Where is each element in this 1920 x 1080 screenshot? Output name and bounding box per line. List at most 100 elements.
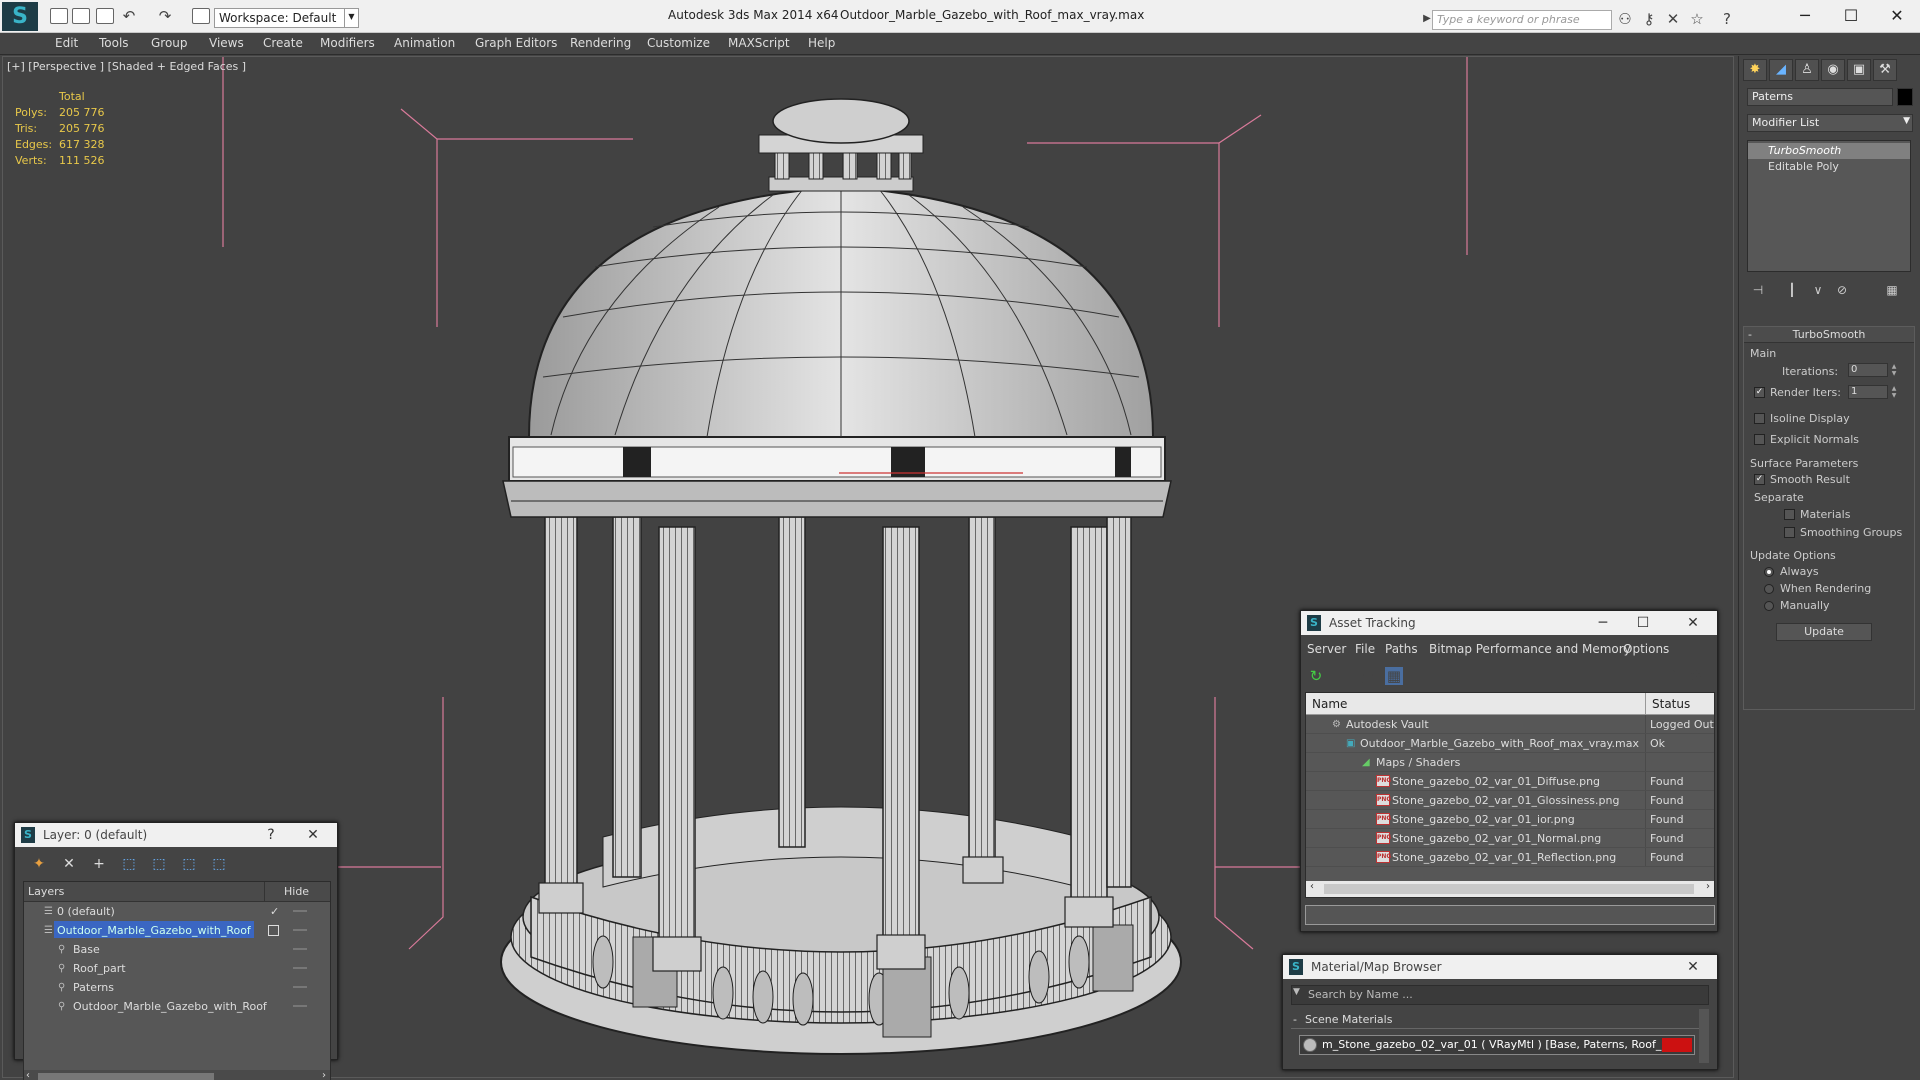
asset-row[interactable]: PNG Stone_gazebo_02_var_01_Glossiness.png…: [1306, 791, 1714, 810]
project-folder-icon[interactable]: [192, 8, 210, 24]
menu-graph-editors[interactable]: Graph Editors: [475, 36, 557, 50]
communication-icon[interactable]: ✕: [1664, 10, 1682, 28]
display-tab-icon[interactable]: ▣: [1847, 59, 1871, 81]
asset-row[interactable]: PNG Stone_gazebo_02_var_01_Normal.png Foun…: [1306, 829, 1714, 848]
settings-icon[interactable]: ⚙: [1687, 667, 1705, 685]
spinner-arrows-icon[interactable]: ▲ ▼: [1890, 363, 1898, 377]
explicit-normals-checkbox[interactable]: [1754, 434, 1765, 445]
hide-toggle[interactable]: [293, 910, 307, 912]
modifier-list-dropdown[interactable]: Modifier List ▼: [1747, 114, 1913, 132]
stack-item-editable-poly[interactable]: Editable Poly: [1748, 159, 1910, 175]
isoline-checkbox[interactable]: [1754, 413, 1765, 424]
viewport-label[interactable]: [+] [Perspective ] [Shaded + Edged Faces…: [7, 60, 246, 73]
menu-modifiers[interactable]: Modifiers: [320, 36, 375, 50]
hide-toggle[interactable]: [293, 967, 307, 969]
list-view-icon[interactable]: ☰: [1333, 667, 1351, 685]
when-rendering-radio[interactable]: [1764, 584, 1774, 594]
layer-row[interactable]: ⚲ Paterns: [24, 978, 330, 997]
menu-maxscript[interactable]: MAXScript: [728, 36, 790, 50]
object-color-swatch[interactable]: [1897, 88, 1913, 106]
binoculars-icon[interactable]: ⚇: [1616, 10, 1634, 28]
asset-row[interactable]: ▣ Outdoor_Marble_Gazebo_with_Roof_max_vra…: [1306, 734, 1714, 753]
scene-materials-group[interactable]: - Scene Materials: [1291, 1013, 1701, 1029]
modifier-stack[interactable]: TurboSmooth Editable Poly: [1747, 140, 1911, 272]
open-file-icon[interactable]: [72, 8, 90, 24]
show-end-result-icon[interactable]: ┃: [1781, 280, 1803, 300]
help-icon[interactable]: ?: [1718, 10, 1736, 28]
pin-stack-icon[interactable]: ⊣: [1747, 280, 1769, 300]
maximize-icon[interactable]: ☐: [1828, 0, 1874, 32]
minimize-icon[interactable]: ─: [1782, 0, 1828, 32]
close-icon[interactable]: ✕: [293, 823, 333, 847]
close-icon[interactable]: ✕: [1874, 0, 1920, 32]
delete-layer-icon[interactable]: ✕: [59, 854, 79, 874]
search-input[interactable]: Type a keyword or phrase: [1432, 10, 1612, 30]
app-logo-icon[interactable]: S: [2, 2, 38, 31]
create-tab-icon[interactable]: ✸: [1743, 59, 1767, 81]
layer-row[interactable]: ⚲ Roof_part: [24, 959, 330, 978]
rollout-title[interactable]: - TurboSmooth: [1744, 327, 1914, 343]
update-button[interactable]: Update: [1776, 623, 1872, 641]
maximize-icon[interactable]: ☐: [1623, 611, 1663, 635]
active-layer-checkbox[interactable]: [268, 925, 279, 936]
layer-name[interactable]: Outdoor_Marble_Gazebo_with_Roof: [54, 921, 254, 938]
menu-create[interactable]: Create: [263, 36, 303, 50]
material-search-input[interactable]: Search by Name ...: [1291, 985, 1709, 1005]
layer-row[interactable]: ⚲ Base: [24, 940, 330, 959]
layer-row[interactable]: ☰ 0 (default) ✓: [24, 902, 330, 921]
asset-row[interactable]: PNG Stone_gazebo_02_var_01_Reflection.png…: [1306, 848, 1714, 867]
column-name[interactable]: Name: [1312, 697, 1347, 711]
material-item[interactable]: m_Stone_gazebo_02_var_01 ( VRayMtl ) [Ba…: [1299, 1035, 1695, 1055]
make-unique-icon[interactable]: ∨: [1807, 280, 1829, 300]
select-objects-icon[interactable]: ⬚: [119, 854, 139, 874]
create-layer-icon[interactable]: ✦: [29, 854, 49, 874]
menu-group[interactable]: Group: [151, 36, 188, 50]
layer-name[interactable]: Outdoor_Marble_Gazebo_with_Roof: [70, 997, 270, 1014]
menu-views[interactable]: Views: [209, 36, 244, 50]
hide-toggle[interactable]: [293, 986, 307, 988]
menu-file[interactable]: File: [1355, 642, 1375, 656]
asset-row[interactable]: PNG Stone_gazebo_02_var_01_Diffuse.png Fou…: [1306, 772, 1714, 791]
dialog-title-bar[interactable]: Material/Map Browser: [1283, 955, 1717, 979]
asset-row[interactable]: ◢ Maps / Shaders: [1306, 753, 1714, 772]
menu-customize[interactable]: Customize: [647, 36, 710, 50]
column-layers[interactable]: Layers: [28, 885, 64, 898]
asset-row[interactable]: PNG Stone_gazebo_02_var_01_ior.png Found: [1306, 810, 1714, 829]
utilities-tab-icon[interactable]: ⚒: [1873, 59, 1897, 81]
vertical-scrollbar[interactable]: [1699, 1009, 1709, 1063]
hierarchy-tab-icon[interactable]: ♙: [1795, 59, 1819, 81]
motion-tab-icon[interactable]: ◉: [1821, 59, 1845, 81]
menu-bitmap-performance[interactable]: Bitmap Performance and Memory: [1429, 642, 1631, 656]
hide-toggle[interactable]: [293, 1005, 307, 1007]
hide-toggle[interactable]: [293, 948, 307, 950]
menu-tools[interactable]: Tools: [99, 36, 129, 50]
configure-sets-icon[interactable]: ▦: [1881, 280, 1903, 300]
add-to-layer-icon[interactable]: +: [89, 854, 109, 874]
always-radio[interactable]: [1764, 567, 1774, 577]
layer-row[interactable]: ☰ Outdoor_Marble_Gazebo_with_Roof: [24, 921, 330, 940]
spinner-arrows-icon[interactable]: ▲ ▼: [1890, 385, 1898, 399]
menu-animation[interactable]: Animation: [394, 36, 455, 50]
asset-row[interactable]: ⚙ Autodesk Vault Logged Out: [1306, 715, 1714, 734]
save-file-icon[interactable]: [96, 8, 114, 24]
column-hide[interactable]: Hide: [284, 885, 309, 898]
modify-tab-icon[interactable]: ◢: [1769, 59, 1793, 81]
layer-name[interactable]: Base: [70, 940, 103, 957]
chevron-down-icon[interactable]: ▼: [1293, 987, 1300, 997]
redo-icon[interactable]: ↷: [156, 7, 174, 25]
menu-server[interactable]: Server: [1307, 642, 1346, 656]
favorites-star-icon[interactable]: ☆: [1688, 10, 1706, 28]
smoothing-groups-checkbox[interactable]: [1784, 527, 1795, 538]
layer-name[interactable]: Roof_part: [70, 959, 129, 976]
render-iters-spinner[interactable]: 1: [1848, 385, 1888, 399]
highlight-layer-icon[interactable]: ⬚: [149, 854, 169, 874]
hide-toggle[interactable]: [293, 929, 307, 931]
close-icon[interactable]: ✕: [1673, 955, 1713, 979]
materials-checkbox[interactable]: [1784, 509, 1795, 520]
hide-all-icon[interactable]: ⬚: [179, 854, 199, 874]
render-iters-checkbox[interactable]: ✓: [1754, 387, 1765, 398]
layer-name[interactable]: 0 (default): [54, 902, 118, 919]
iterations-spinner[interactable]: 0: [1848, 363, 1888, 377]
layer-name[interactable]: Paterns: [70, 978, 117, 995]
menu-rendering[interactable]: Rendering: [570, 36, 631, 50]
